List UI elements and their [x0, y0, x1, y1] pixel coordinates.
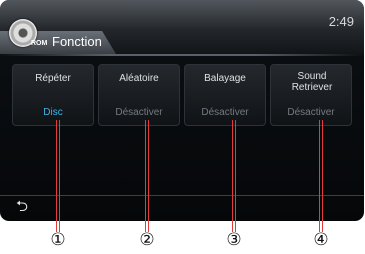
page-title: Fonction — [52, 34, 102, 49]
callout-number-4: ④ — [313, 230, 329, 249]
repeat-value: Disc — [43, 107, 63, 118]
callout-number-3: ③ — [226, 230, 242, 249]
callout-line-2 — [145, 120, 149, 232]
scan-label: Balayage — [204, 73, 246, 84]
random-label: Aléatoire — [119, 73, 159, 84]
sound-retriever-button[interactable]: Sound Retriever Désactiver — [270, 64, 352, 126]
callout-line-4 — [319, 120, 323, 232]
scan-value: Désactiver — [201, 107, 249, 118]
random-button[interactable]: Aléatoire Désactiver — [98, 64, 180, 126]
repeat-label: Répéter — [35, 73, 71, 84]
callout-number-1: ① — [50, 230, 66, 249]
footer-divider — [0, 195, 364, 196]
clock: 2:49 — [328, 14, 354, 29]
sound-retriever-value: Désactiver — [287, 107, 335, 118]
back-button[interactable]: ⮌ — [8, 196, 36, 218]
header-bar: ROM Fonction 2:49 — [0, 0, 364, 54]
repeat-button[interactable]: Répéter Disc — [12, 64, 94, 126]
function-screen: ROM Fonction 2:49 Répéter Disc Aléatoire… — [0, 0, 364, 221]
source-badge: ROM — [31, 40, 48, 47]
callout-number-2: ② — [139, 230, 155, 249]
back-arrow-icon: ⮌ — [15, 198, 28, 215]
header-divider — [0, 54, 364, 56]
random-value: Désactiver — [115, 107, 163, 118]
callout-line-1 — [56, 120, 60, 232]
scan-button[interactable]: Balayage Désactiver — [184, 64, 266, 126]
sound-retriever-label: Sound Retriever — [291, 71, 333, 93]
callout-line-3 — [232, 120, 236, 232]
